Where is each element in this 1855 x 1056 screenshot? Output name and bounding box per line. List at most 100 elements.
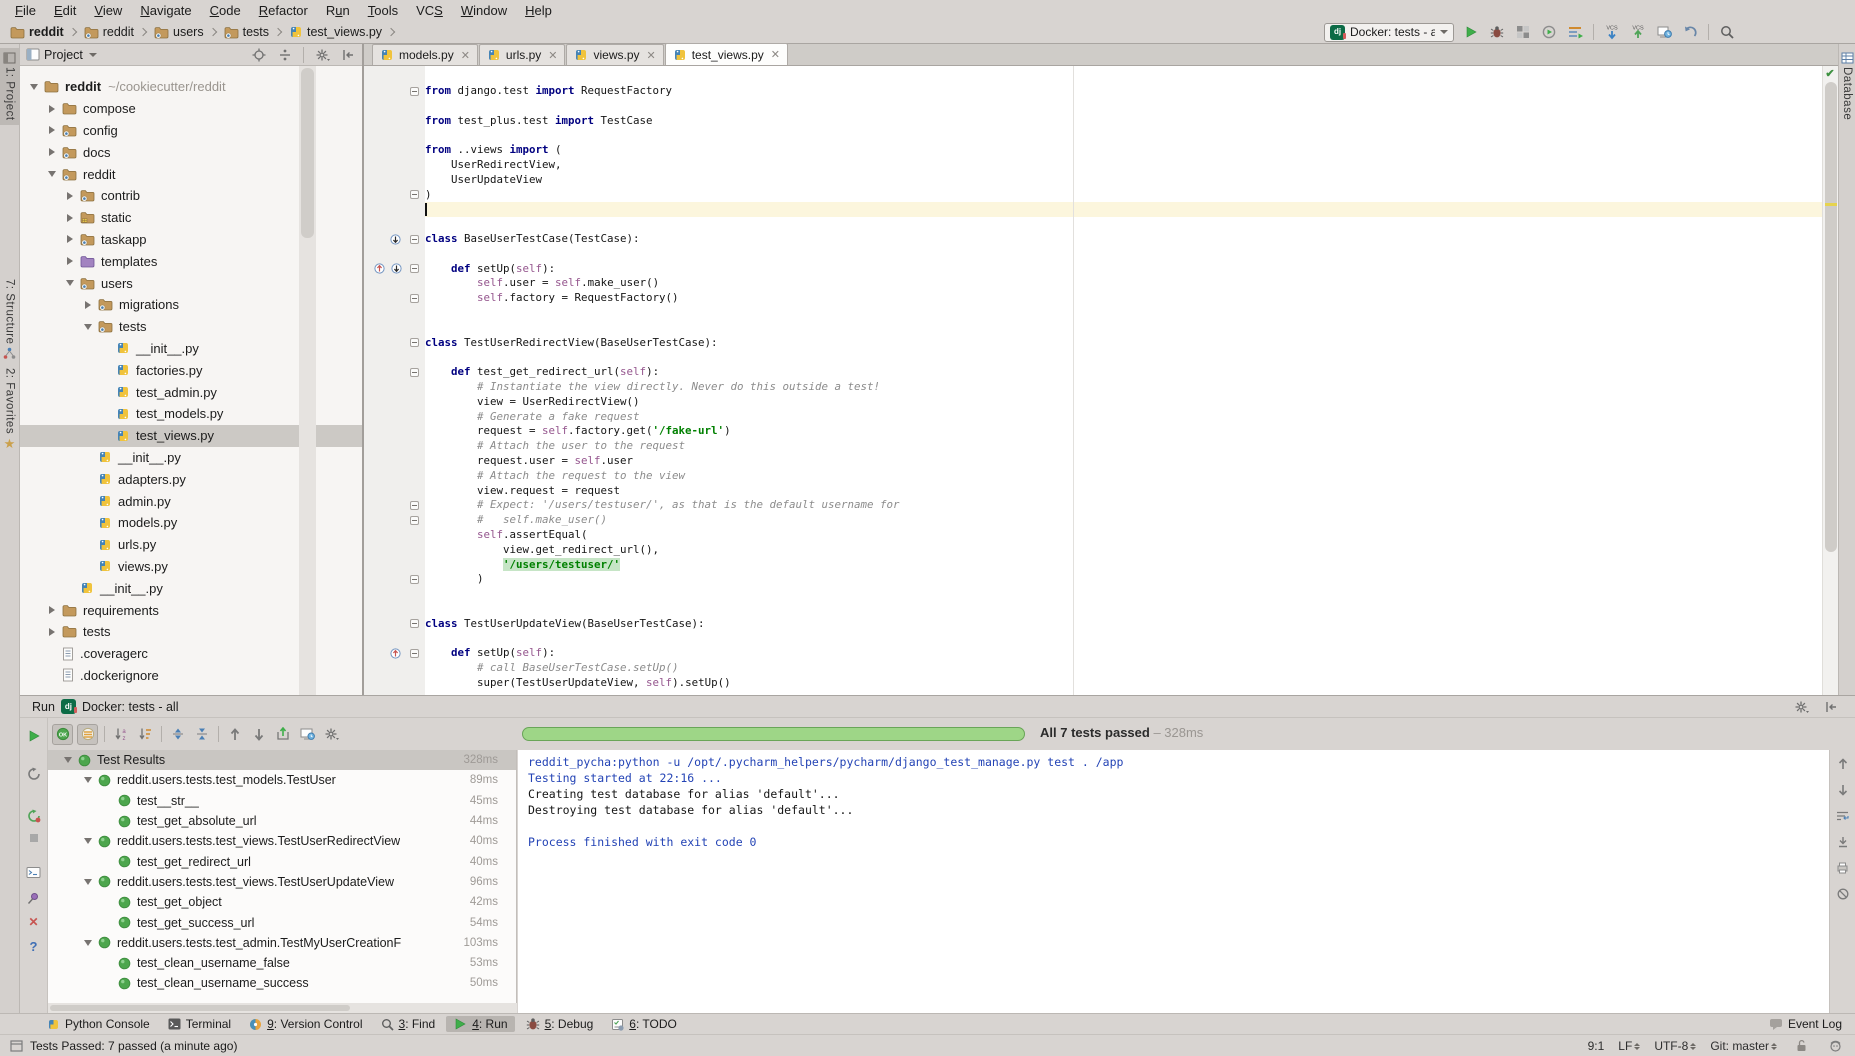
filter-passed-toggle[interactable]: OK bbox=[52, 724, 73, 745]
tree-toggle[interactable] bbox=[100, 342, 112, 354]
breadcrumb-item[interactable]: users bbox=[152, 24, 206, 40]
tree-toggle[interactable] bbox=[82, 495, 94, 507]
overrides-icon[interactable] bbox=[390, 648, 401, 659]
softwrap-button[interactable] bbox=[1833, 806, 1853, 826]
fold-marker[interactable] bbox=[410, 294, 419, 303]
code-text[interactable]: from django.test import RequestFactory f… bbox=[425, 66, 1822, 695]
menu-item-vcs[interactable]: VCS bbox=[407, 1, 452, 20]
expand-all-button[interactable] bbox=[168, 724, 188, 744]
test-tree-scrollbar[interactable] bbox=[48, 1003, 517, 1013]
fold-marker[interactable] bbox=[410, 575, 419, 584]
test-row[interactable]: test_get_absolute_url44ms bbox=[48, 811, 516, 831]
tool-window-button-6-todo[interactable]: 6: TODO bbox=[604, 1016, 684, 1032]
tree-toggle[interactable] bbox=[82, 517, 94, 529]
tree-toggle[interactable] bbox=[64, 255, 76, 267]
tree-toggle[interactable] bbox=[102, 917, 114, 929]
tree-toggle[interactable] bbox=[82, 937, 94, 949]
editor-scrollbar[interactable] bbox=[1822, 66, 1838, 695]
tool-window-button-python-console[interactable]: Python Console bbox=[40, 1016, 157, 1032]
menu-item-tools[interactable]: Tools bbox=[359, 1, 407, 20]
close-icon[interactable]: ✕ bbox=[647, 49, 656, 62]
test-results-tree[interactable]: Test Results328msreddit.users.tests.test… bbox=[48, 750, 517, 1003]
breadcrumb-item[interactable]: reddit bbox=[8, 24, 66, 40]
test-row[interactable]: test_clean_username_false53ms bbox=[48, 953, 516, 973]
close-icon[interactable]: ✕ bbox=[771, 48, 780, 61]
status-widget-9-1[interactable]: 9:1 bbox=[1588, 1039, 1605, 1053]
fold-marker[interactable] bbox=[410, 235, 419, 244]
test-row[interactable]: test_get_success_url54ms bbox=[48, 912, 516, 932]
settings-button[interactable] bbox=[321, 724, 341, 744]
tree-toggle[interactable] bbox=[102, 856, 114, 868]
code-editor[interactable]: from django.test import RequestFactory f… bbox=[364, 66, 1838, 695]
history-button[interactable] bbox=[297, 724, 317, 744]
scrollbar-thumb[interactable] bbox=[301, 68, 314, 238]
tree-toggle[interactable] bbox=[46, 146, 58, 158]
tree-toggle[interactable] bbox=[102, 977, 114, 989]
fold-marker[interactable] bbox=[410, 338, 419, 347]
status-widget-utf-8[interactable]: UTF-8 bbox=[1654, 1039, 1696, 1053]
menu-item-file[interactable]: File bbox=[6, 1, 45, 20]
close-icon[interactable]: ✕ bbox=[461, 49, 470, 62]
hide-button[interactable] bbox=[1821, 697, 1841, 717]
vcs-commit-button[interactable]: VCS bbox=[1628, 22, 1648, 42]
console-button[interactable] bbox=[24, 862, 44, 882]
test-row[interactable]: reddit.users.tests.test_views.TestUserUp… bbox=[48, 872, 516, 892]
tab-urls-py[interactable]: urls.py✕ bbox=[479, 44, 566, 65]
scroll-end-button[interactable] bbox=[1833, 832, 1853, 852]
tree-toggle[interactable] bbox=[82, 473, 94, 485]
clear-button[interactable] bbox=[1833, 884, 1853, 904]
tab-test_views-py[interactable]: test_views.py✕ bbox=[665, 43, 788, 65]
local-history-button[interactable] bbox=[1654, 22, 1674, 42]
fold-marker[interactable] bbox=[410, 87, 419, 96]
prev-button[interactable] bbox=[225, 724, 245, 744]
tree-toggle[interactable] bbox=[82, 321, 94, 333]
print-button[interactable] bbox=[1833, 858, 1853, 878]
scroll-from-source-button[interactable] bbox=[275, 45, 295, 65]
test-row[interactable]: test_get_object42ms bbox=[48, 892, 516, 912]
menu-item-navigate[interactable]: Navigate bbox=[131, 1, 200, 20]
menu-item-run[interactable]: Run bbox=[317, 1, 359, 20]
tree-toggle[interactable] bbox=[82, 774, 94, 786]
run-console[interactable]: reddit_pycha:python -u /opt/.pycharm_hel… bbox=[518, 750, 1829, 1013]
test-row[interactable]: Test Results328ms bbox=[48, 750, 516, 770]
vcs-update-button[interactable]: VCS bbox=[1602, 22, 1622, 42]
tree-toggle[interactable] bbox=[100, 408, 112, 420]
tree-toggle[interactable] bbox=[102, 896, 114, 908]
tree-toggle[interactable] bbox=[46, 648, 58, 660]
test-row[interactable]: test_get_redirect_url40ms bbox=[48, 851, 516, 871]
tree-toggle[interactable] bbox=[82, 876, 94, 888]
close-icon[interactable]: ✕ bbox=[548, 49, 557, 62]
event-log-button[interactable]: Event Log bbox=[1762, 1016, 1849, 1032]
tab-views-py[interactable]: views.py✕ bbox=[566, 44, 663, 65]
tree-toggle[interactable] bbox=[46, 626, 58, 638]
rerun-tests-button[interactable] bbox=[24, 726, 44, 746]
breadcrumb-item[interactable]: reddit bbox=[82, 24, 136, 40]
overrides-icon[interactable] bbox=[374, 263, 385, 274]
tree-toggle[interactable] bbox=[102, 957, 114, 969]
run-configuration-select[interactable]: dj Docker: tests - all bbox=[1324, 23, 1454, 42]
rerun-failed-button[interactable] bbox=[24, 806, 44, 826]
fold-marker[interactable] bbox=[410, 516, 419, 525]
tree-toggle[interactable] bbox=[82, 560, 94, 572]
run-button[interactable] bbox=[1461, 22, 1481, 42]
debug-button[interactable] bbox=[1487, 22, 1507, 42]
tool-button-project[interactable]: 1: Project bbox=[0, 48, 19, 125]
status-widget-lf[interactable]: LF bbox=[1618, 1039, 1640, 1053]
fold-marker[interactable] bbox=[410, 619, 419, 628]
tree-toggle[interactable] bbox=[82, 299, 94, 311]
sort-alpha-button[interactable]: az bbox=[111, 724, 131, 744]
fold-marker[interactable] bbox=[410, 264, 419, 273]
tree-toggle[interactable] bbox=[64, 212, 76, 224]
filter-ignored-toggle[interactable] bbox=[77, 724, 98, 745]
chevron-down-icon[interactable] bbox=[89, 53, 97, 57]
tool-window-button-9-version-control[interactable]: 9: Version Control bbox=[242, 1016, 369, 1032]
rerun-button[interactable] bbox=[24, 764, 44, 784]
undo-button[interactable] bbox=[1680, 22, 1700, 42]
menu-item-edit[interactable]: Edit bbox=[45, 1, 85, 20]
test-row[interactable]: reddit.users.tests.test_models.TestUser8… bbox=[48, 770, 516, 790]
close-button[interactable]: ✕ bbox=[24, 912, 44, 932]
menu-item-window[interactable]: Window bbox=[452, 1, 516, 20]
tree-toggle[interactable] bbox=[100, 364, 112, 376]
tree-toggle[interactable] bbox=[82, 451, 94, 463]
settings-button[interactable] bbox=[312, 45, 332, 65]
